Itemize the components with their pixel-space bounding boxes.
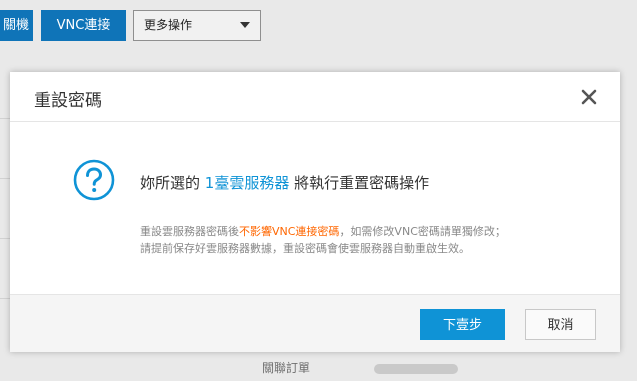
dialog-body: 妳所選的 1臺雲服務器 將執行重置密碼操作 重設雲服務器密碼後不影響VNC連接密…: [10, 122, 620, 294]
notice-line-1-prefix: 重設雲服務器密碼後: [140, 225, 239, 238]
background-divider: [0, 118, 10, 119]
selected-servers-link[interactable]: 1臺雲服務器: [205, 174, 290, 192]
related-orders-link[interactable]: 關聯訂單: [262, 359, 310, 376]
chevron-down-icon: [240, 22, 250, 28]
message-suffix: 將執行重置密碼操作: [289, 174, 430, 192]
blurred-content: [374, 364, 458, 374]
question-circle-icon: [73, 159, 115, 201]
background-divider: [0, 178, 10, 179]
vnc-connect-button[interactable]: VNC連接: [41, 10, 126, 41]
reset-password-dialog: 重設密碼 妳所選的 1臺雲服務器 將執行重置密碼操作 重設雲服務器密碼後不影響V…: [10, 72, 620, 352]
background-divider: [0, 298, 10, 299]
more-actions-label: 更多操作: [144, 18, 193, 32]
next-step-button[interactable]: 下壹步: [420, 309, 505, 340]
more-actions-dropdown[interactable]: 更多操作: [133, 10, 261, 41]
background-divider: [0, 238, 10, 239]
confirm-message: 妳所選的 1臺雲服務器 將執行重置密碼操作: [140, 172, 429, 193]
dialog-header: 重設密碼: [10, 72, 620, 122]
notice-text: 重設雲服務器密碼後不影響VNC連接密碼，如需修改VNC密碼請單獨修改； 請提前保…: [140, 223, 506, 257]
background-toolbar: 關機 VNC連接 更多操作: [0, 0, 637, 60]
notice-line-1-suffix: ，如需修改VNC密碼請單獨修改；: [339, 225, 506, 238]
shutdown-button[interactable]: 關機: [0, 10, 33, 41]
dialog-footer: 下壹步 取消: [10, 294, 620, 352]
message-prefix: 妳所選的: [140, 174, 205, 192]
cancel-button[interactable]: 取消: [525, 309, 596, 340]
notice-warning: 不影響VNC連接密碼: [239, 225, 340, 238]
dialog-title: 重設密碼: [34, 91, 102, 111]
notice-line-1: 重設雲服務器密碼後不影響VNC連接密碼，如需修改VNC密碼請單獨修改；: [140, 223, 506, 240]
close-icon[interactable]: [580, 88, 598, 106]
notice-line-2: 請提前保存好雲服務器數據，重設密碼會使雲服務器自動重啟生效。: [140, 242, 470, 255]
